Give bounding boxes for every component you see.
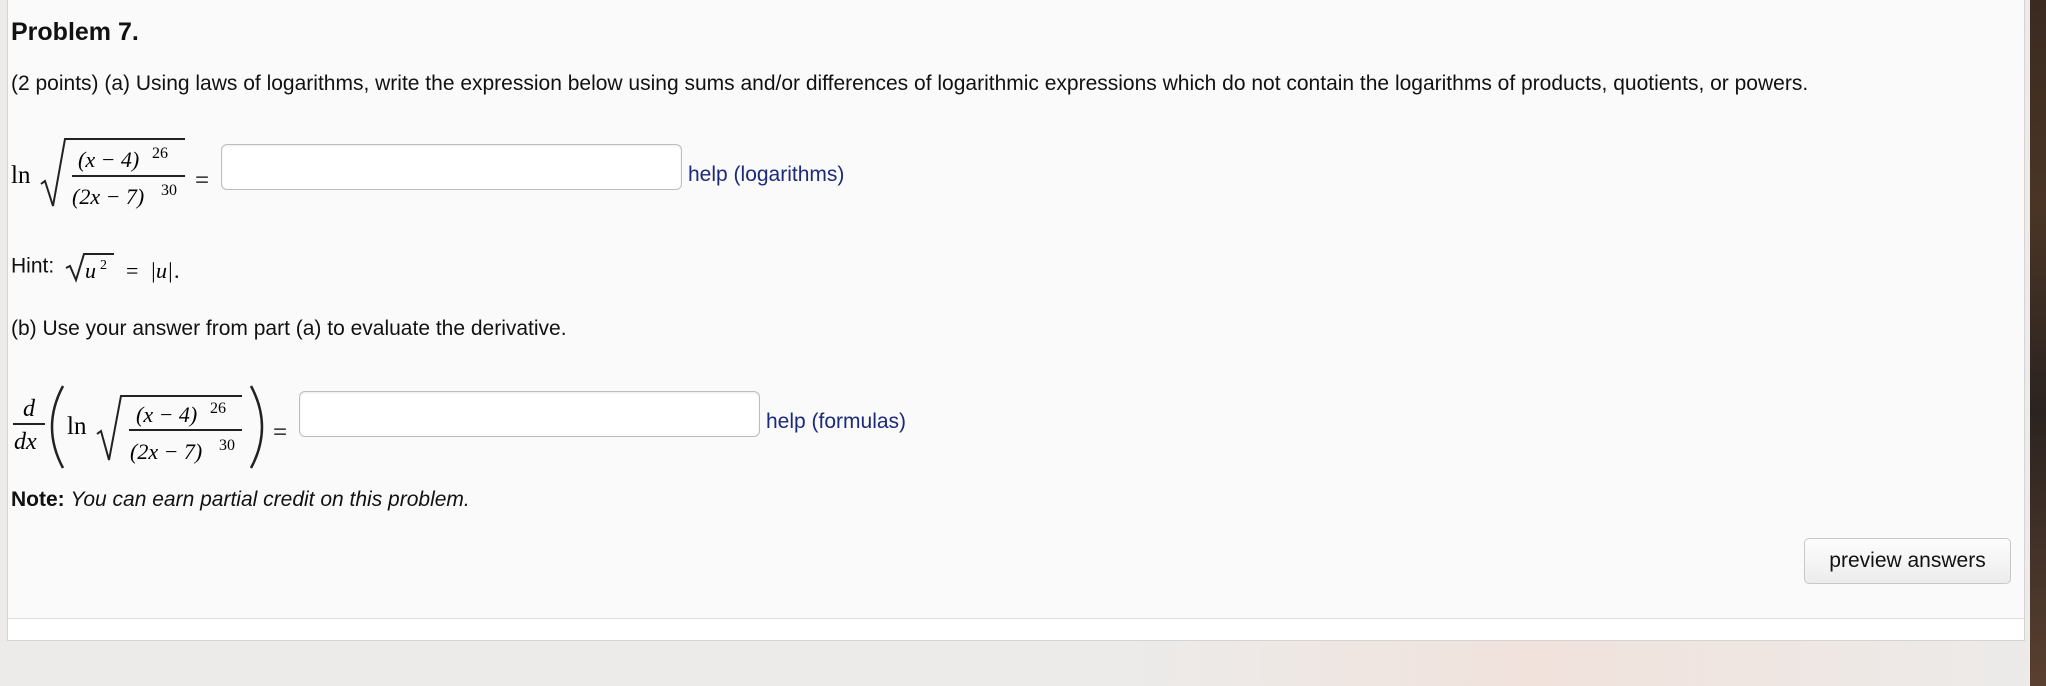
note-label: Note: (11, 488, 65, 511)
answer-input-part-b[interactable] (299, 391, 760, 437)
hint-line: Hint: u 2 = |u| . (11, 250, 184, 284)
hint-exp: 2 (100, 258, 107, 273)
panel-footer-band (8, 619, 2024, 640)
equals-sign: = (195, 167, 209, 194)
hint-rhs: |u| (150, 258, 173, 283)
denominator-base-b: (2x − 7) (130, 439, 202, 464)
help-formulas-link[interactable]: help (formulas) (766, 410, 906, 434)
preview-answers-button[interactable]: preview answers (1804, 538, 2011, 584)
denominator-base: (2x − 7) (72, 184, 144, 209)
denominator-exponent: 30 (161, 182, 177, 199)
problem-title: Problem 7. (11, 18, 139, 46)
log-sqrt-expression-a: ln (x − 4) 26 (2x − 7) 30 = (11, 138, 209, 209)
hint-formula: u 2 = |u| . (65, 253, 180, 283)
problem-intro: (2 points) (a) Using laws of logarithms,… (11, 72, 1809, 95)
hint-var: u (85, 258, 96, 283)
numerator-base-b: (x − 4) (136, 402, 197, 427)
background-window-edge (2030, 0, 2046, 686)
dx-denominator: dx (14, 429, 37, 455)
numerator-exponent-b: 26 (210, 400, 226, 417)
hint-label: Hint: (11, 254, 55, 278)
hint-period: . (174, 258, 180, 283)
numerator-exponent: 26 (152, 145, 168, 162)
ln-symbol: ln (11, 162, 31, 189)
numerator-base: (x − 4) (78, 147, 139, 172)
denominator-exponent-b: 30 (219, 437, 235, 454)
note-text: You can earn partial credit on this prob… (70, 488, 470, 511)
answer-input-part-a[interactable] (221, 144, 682, 190)
help-logarithms-link[interactable]: help (logarithms) (688, 163, 844, 187)
derivative-expression-b: d dx ln (x − 4) 26 (2x − 7) 30 = (13, 385, 287, 469)
note-line: Note: You can earn partial credit on thi… (11, 488, 470, 512)
ln-symbol-b: ln (67, 413, 87, 440)
d-numerator: d (23, 396, 36, 422)
equals-sign-b: = (273, 419, 287, 446)
left-paren (50, 385, 65, 469)
part-b-prompt: (b) Use your answer from part (a) to eva… (11, 317, 567, 340)
hint-equals: = (126, 258, 138, 283)
right-paren (249, 385, 264, 469)
